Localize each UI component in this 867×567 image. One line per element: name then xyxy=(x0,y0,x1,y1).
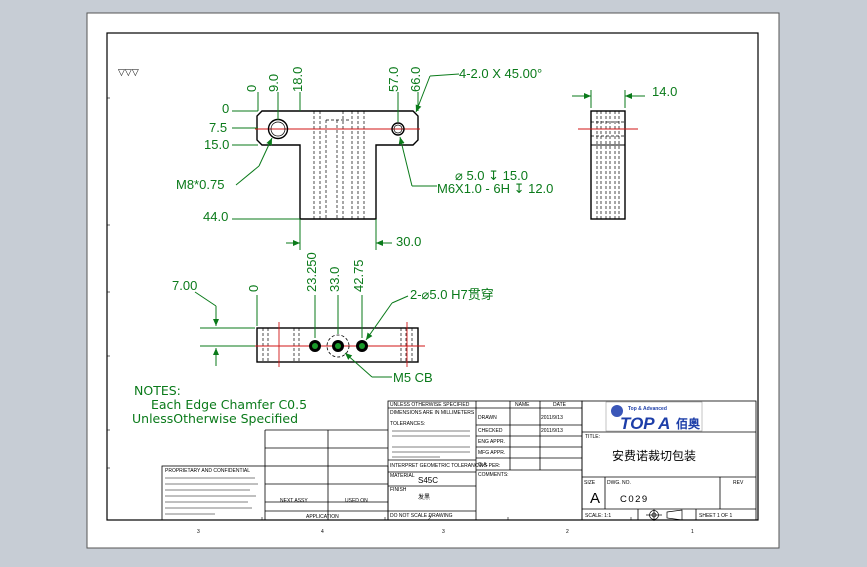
dim-bv-33: 33.0 xyxy=(327,267,342,292)
notes-line-1: Each Edge Chamfer C0.5 xyxy=(151,397,307,412)
zone-label: 2 xyxy=(566,529,569,535)
date-header: DATE xyxy=(553,402,567,408)
scale-label: SCALE: 1:1 xyxy=(585,513,611,519)
application-label: APPLICATION xyxy=(306,514,339,520)
notes-title: NOTES: xyxy=(134,383,181,398)
dims-in-label: DIMENSIONS ARE IN MILLIMETERS xyxy=(390,410,475,416)
dim-left-0: 0 xyxy=(222,101,229,116)
zone-label: 3 xyxy=(442,529,445,535)
dim-left-15: 15.0 xyxy=(204,137,229,152)
dowel-hole-left-core xyxy=(312,343,318,349)
dwg-no-value: C029 xyxy=(620,494,649,505)
comments-label: COMMENTS: xyxy=(478,472,509,478)
next-assy-label: NEXT ASSY xyxy=(280,498,308,504)
size-value: A xyxy=(590,490,600,507)
size-label: SIZE xyxy=(584,480,596,486)
dim-left-7-5: 7.5 xyxy=(209,120,227,135)
dim-top-66: 66.0 xyxy=(408,67,423,92)
dim-top-9: 9.0 xyxy=(266,74,281,92)
hole-callout-thread: M6X1.0 - 6H ↧ 12.0 xyxy=(437,181,553,196)
eng-appr-label: ENG APPR. xyxy=(478,439,505,445)
drawing-title: 安费诺裁切包装 xyxy=(612,448,696,463)
m8-callout: M8*0.75 xyxy=(176,177,224,192)
finish-label: FINISH xyxy=(390,487,407,493)
finish-value: 发黑 xyxy=(418,493,430,501)
zone-label: 1 xyxy=(691,529,694,535)
dim-left-44: 44.0 xyxy=(203,209,228,224)
cb-callout: M5 CB xyxy=(393,370,433,385)
drawing-sheet-svg: 3 4 3 2 1 ▽▽▽ 0 9.0 18.0 57.0 66.0 0 7.5… xyxy=(86,12,780,549)
cb-hole-core xyxy=(335,343,341,349)
logo-wordmark: TOP A xyxy=(620,414,670,433)
qa-label: Q.A. xyxy=(478,462,488,468)
dowel-hole-right-core xyxy=(359,343,365,349)
logo-tagline: Top & Advanced xyxy=(628,406,667,412)
surface-finish-icon: ▽▽▽ xyxy=(118,67,139,77)
dim-bv-0: 0 xyxy=(246,285,261,292)
name-header: NAME xyxy=(515,402,530,408)
dim-top-57: 57.0 xyxy=(386,67,401,92)
dwg-no-label: DWG. NO. xyxy=(607,480,631,486)
dim-left-7: 7.00 xyxy=(172,278,197,293)
tolerances-label: TOLERANCES: xyxy=(390,421,425,427)
dim-width-14: 14.0 xyxy=(652,84,677,99)
proprietary-label: PROPRIETARY AND CONFIDENTIAL xyxy=(165,468,250,474)
company-logo: Top & Advanced TOP A 佰奥 xyxy=(605,401,703,433)
zone-label: 4 xyxy=(321,529,324,535)
dont-scale-label: DO NOT SCALE DRAWING xyxy=(390,513,453,519)
drawing-viewport[interactable]: 3 4 3 2 1 ▽▽▽ 0 9.0 18.0 57.0 66.0 0 7.5… xyxy=(0,0,867,562)
dim-bv-23-25: 23.250 xyxy=(304,252,319,292)
material-value: S45C xyxy=(418,476,438,485)
dim-bottom-30: 30.0 xyxy=(396,234,421,249)
drawn-date: 2011/9/13 xyxy=(541,415,563,421)
thru-hole-callout: 2-⌀5.0 H7贯穿 xyxy=(410,287,494,302)
notes-line-2: UnlessOtherwise Specified xyxy=(132,411,298,426)
title-label: TITLE: xyxy=(585,434,600,440)
dim-top-0: 0 xyxy=(244,85,259,92)
checked-date: 2011/9/13 xyxy=(541,428,563,434)
mfg-appr-label: MFG APPR. xyxy=(478,450,505,456)
sheet-label: SHEET 1 OF 1 xyxy=(699,513,732,519)
chamfer-callout: 4-2.0 X 45.00° xyxy=(459,66,542,81)
zone-label: 3 xyxy=(197,529,200,535)
drawn-label: DRAWN xyxy=(478,415,497,421)
material-label: MATERIAL xyxy=(390,473,415,479)
unless-specified-label: UNLESS OTHERWISE SPECIFIED xyxy=(390,402,470,408)
checked-label: CHECKED xyxy=(478,428,503,434)
used-on-label: USED ON xyxy=(345,498,368,504)
rev-label: REV xyxy=(733,480,744,486)
logo-chinese: 佰奥 xyxy=(676,416,701,431)
dim-top-18: 18.0 xyxy=(290,67,305,92)
dim-bv-42-75: 42.75 xyxy=(351,259,366,292)
